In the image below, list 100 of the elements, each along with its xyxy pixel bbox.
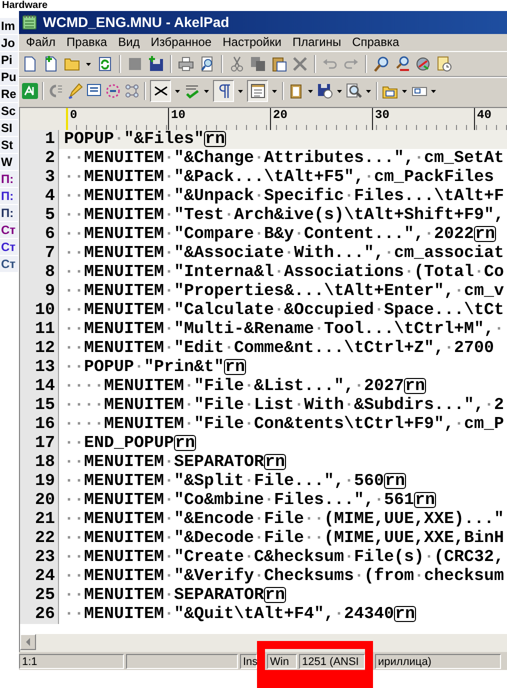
codepage-type: Win: [267, 654, 297, 670]
text-editor[interactable]: [19, 130, 507, 634]
code-window-icon[interactable]: [86, 82, 102, 99]
line-number: 6: [45, 224, 56, 244]
scroll-left-button[interactable]: [20, 634, 36, 650]
line-number: 25: [35, 586, 56, 605]
line-number: 7: [45, 244, 56, 263]
line-number: 17: [35, 434, 56, 453]
line-number: 22: [35, 528, 56, 548]
code-line: ··MENUITEM·"Create·C&hecksum·File(s)·(CRC32,: [64, 548, 504, 567]
code-line: ··MENUITEM·"&Verify·Checksums·(from·checksum: [64, 566, 504, 586]
folder-icon[interactable]: [64, 56, 80, 72]
list-item[interactable]: Ст: [0, 256, 18, 273]
list-item[interactable]: Sc: [0, 103, 18, 120]
list-item[interactable]: П:: [0, 171, 18, 188]
menu-item[interactable]: Настройки: [218, 35, 288, 50]
copy-icon[interactable]: [250, 56, 266, 72]
ruler-number: 30: [375, 108, 390, 122]
line-number: 12: [35, 338, 56, 358]
line-number: 26: [35, 604, 56, 624]
code-line: ··MENUITEM·"Interna&l·Associations·(Total·Co: [64, 262, 504, 282]
left-arrow-icon: [25, 637, 31, 648]
list-item[interactable]: SI: [0, 120, 18, 137]
clipboard-clock-icon[interactable]: [436, 56, 452, 72]
spellcheck-icon[interactable]: [184, 82, 200, 99]
line-number: 9: [45, 282, 56, 301]
code-line: ····MENUITEM·"File·&List...",·2027: [64, 376, 404, 396]
code-line: ··MENUITEM·"&Associate·With...",·cm_associat: [64, 244, 504, 263]
ruler-number: 10: [171, 108, 186, 122]
window-title: WCMD_ENG.MNU - AkelPad: [43, 14, 230, 30]
codepage-number: 1251 (ANSI: [299, 654, 365, 670]
line-number: 13: [35, 358, 56, 377]
codepage-name: ириллица): [375, 654, 501, 670]
reload-icon[interactable]: [97, 56, 113, 72]
highlighter-icon[interactable]: [67, 82, 83, 99]
clipboard-icon[interactable]: [288, 82, 304, 99]
code-line: POPUP·"&Files": [64, 130, 204, 149]
line-number: 23: [35, 548, 56, 567]
list-item[interactable]: Pu: [0, 69, 18, 86]
new-file-plus-icon[interactable]: [43, 56, 59, 72]
line-number: 10: [35, 300, 56, 320]
list-item[interactable]: П:: [0, 205, 18, 222]
line-ending-marker: rn: [204, 131, 226, 148]
code-line: ··MENUITEM·"&Encode·File··(MIME,UUE,XXE)...": [64, 510, 504, 529]
printer-icon[interactable]: [178, 56, 194, 72]
menu-item[interactable]: Справка: [347, 35, 406, 50]
list-item[interactable]: П:: [0, 188, 18, 205]
line-number: 18: [35, 452, 56, 472]
list-item[interactable]: Re: [0, 86, 18, 103]
paste-icon[interactable]: [271, 56, 287, 72]
dotted-circle-icon[interactable]: [105, 82, 121, 99]
line-ending-marker: rn: [474, 226, 496, 242]
menu-item[interactable]: Вид: [113, 35, 146, 50]
menu-item[interactable]: Избранное: [146, 35, 218, 50]
menu-item[interactable]: Плагины: [287, 35, 348, 50]
menu-item[interactable]: Правка: [62, 35, 114, 50]
code-line: ··MENUITEM·"Edit·Comme&nt...\tCtrl+Z",·2700: [64, 338, 494, 358]
ruler-number: 20: [273, 108, 288, 122]
disk-clock-icon[interactable]: [317, 82, 333, 99]
window-heading: Hardware: [1, 0, 48, 11]
line-ending-marker: rn: [404, 378, 426, 394]
replace-icon[interactable]: [394, 56, 410, 72]
cursor-position: 1:1: [19, 654, 124, 670]
new-file-icon[interactable]: [22, 56, 38, 72]
line-number: 8: [45, 262, 56, 282]
line-number: 20: [35, 490, 56, 510]
floppy-plus-icon[interactable]: [148, 56, 164, 72]
code-line: ··MENUITEM·"&Change·Attributes...",·cm_SetAt: [64, 148, 504, 168]
delete-icon[interactable]: [292, 56, 308, 72]
list-item[interactable]: Im: [0, 18, 18, 35]
zoom-page-icon[interactable]: [346, 82, 362, 99]
list-item[interactable]: Jo: [0, 35, 18, 52]
code-line: ··MENUITEM·"&Pack...\tAlt+F5",·cm_PackFiles: [64, 168, 494, 187]
line-number: 1: [45, 130, 56, 149]
list-item[interactable]: Ст: [0, 222, 18, 239]
line-ending-marker: rn: [264, 587, 286, 604]
code-line: ··MENUITEM·"&Decode·File··(MIME,UUE,XXE,BinH: [64, 528, 504, 548]
code-line: ··END_POPUP: [64, 434, 174, 453]
line-ending-marker: rn: [264, 454, 286, 470]
code-line: ··MENUITEM·"&Unpack·Specific·Files...\tAlt+F: [64, 186, 504, 206]
ruler-number: 0: [70, 108, 78, 122]
print-preview-icon[interactable]: [199, 56, 215, 72]
code-line: ··MENUITEM·"Multi-&Rename·Tool...\tCtrl+M",·: [64, 320, 504, 339]
nodes-icon[interactable]: [124, 82, 140, 99]
menu-item[interactable]: Файл: [21, 35, 62, 50]
list-item[interactable]: Pi: [0, 52, 18, 69]
line-ending-marker: rn: [224, 359, 246, 376]
ruler-number: 40: [477, 108, 492, 122]
insert-mode: Ins: [240, 654, 257, 670]
code-line: ··POPUP·"Prin&t": [64, 358, 224, 377]
code-line: ··MENUITEM·"Calculate·&Occupied·Space...\tCt: [64, 300, 504, 320]
recode-icon[interactable]: [415, 56, 431, 72]
list-item[interactable]: W: [0, 154, 18, 171]
list-item[interactable]: Ст: [0, 239, 18, 256]
code-line: ····MENUITEM·"File·List·With·&Subdirs...",·2: [64, 396, 504, 415]
scissors-icon[interactable]: [229, 56, 245, 72]
code-line: ··MENUITEM·"Compare·B&y·Content...",·2022: [64, 224, 474, 244]
logo-icon[interactable]: [22, 82, 38, 99]
search-icon[interactable]: [373, 56, 389, 72]
list-item[interactable]: St: [0, 137, 18, 154]
